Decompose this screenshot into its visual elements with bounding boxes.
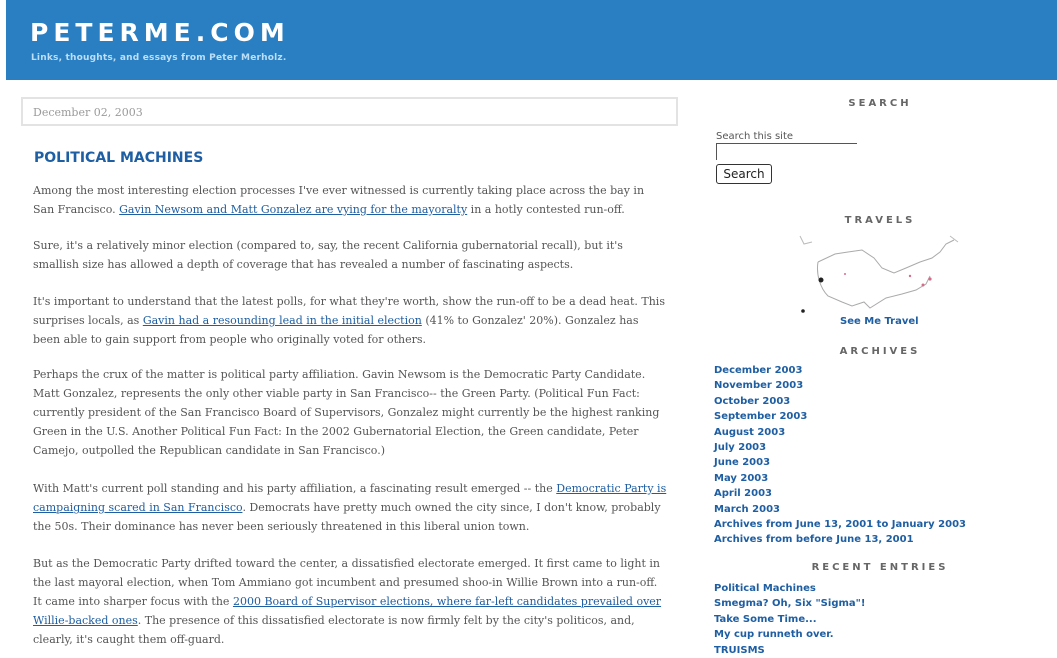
post-paragraph-1: Among the most interesting election proc… xyxy=(33,181,668,219)
post-paragraph-2: Sure, it's a relatively minor election (… xyxy=(33,239,623,271)
site-title[interactable]: PETERME.COM xyxy=(30,18,290,47)
search-label: Search this site xyxy=(716,131,794,142)
travels-heading: TRAVELS xyxy=(844,215,916,226)
search-heading: SEARCH xyxy=(848,98,912,109)
site-header-banner: PETERME.COM Links, thoughts, and essays … xyxy=(6,0,1057,80)
visited-location-marker xyxy=(928,277,932,281)
archive-link[interactable]: April 2003 xyxy=(714,486,966,501)
recent-entry-link[interactable]: TRUISMS xyxy=(714,643,865,658)
paragraph-text: in a hotly contested run-off. xyxy=(467,203,625,216)
recent-entries-list: Political Machines Smegma? Oh, Six "Sigma… xyxy=(714,581,865,658)
site-tagline: Links, thoughts, and essays from Peter M… xyxy=(31,53,287,63)
archive-link[interactable]: November 2003 xyxy=(714,378,966,393)
recent-entry-link[interactable]: Political Machines xyxy=(714,581,865,596)
archive-link[interactable]: June 2003 xyxy=(714,455,966,470)
post-date-box: December 02, 2003 xyxy=(21,97,678,126)
archive-link[interactable]: August 2003 xyxy=(714,425,966,440)
archive-link[interactable]: September 2003 xyxy=(714,409,966,424)
paragraph-text: With Matt's current poll standing and hi… xyxy=(33,482,557,495)
visited-location-marker xyxy=(908,274,912,278)
archive-link[interactable]: Archives from June 13, 2001 to January 2… xyxy=(714,517,966,532)
newsom-gonzalez-link[interactable]: Gavin Newsom and Matt Gonzalez are vying… xyxy=(119,203,467,216)
archive-link[interactable]: December 2003 xyxy=(714,363,966,378)
archive-link[interactable]: May 2003 xyxy=(714,471,966,486)
post-paragraph-5: With Matt's current poll standing and hi… xyxy=(33,479,668,536)
visited-location-marker xyxy=(818,277,824,283)
archive-link[interactable]: March 2003 xyxy=(714,502,966,517)
post-paragraph-4: Perhaps the crux of the matter is politi… xyxy=(33,368,660,457)
visited-location-marker xyxy=(801,309,805,313)
recent-entry-link[interactable]: Smegma? Oh, Six "Sigma"! xyxy=(714,596,865,611)
visited-location-marker xyxy=(844,273,846,275)
post-paragraph-3: It's important to understand that the la… xyxy=(33,292,668,349)
travel-map-image[interactable] xyxy=(790,232,962,318)
see-me-travel-link[interactable]: See Me Travel xyxy=(840,316,919,327)
archive-link[interactable]: Archives from before June 13, 2001 xyxy=(714,532,966,547)
post-date: December 02, 2003 xyxy=(33,106,143,119)
visited-location-marker xyxy=(921,283,925,287)
search-button[interactable]: Search xyxy=(716,164,772,184)
recent-entries-heading: RECENT ENTRIES xyxy=(811,562,949,573)
search-input[interactable] xyxy=(716,143,857,160)
post-title: POLITICAL MACHINES xyxy=(34,150,204,166)
post-paragraph-6: But as the Democratic Party drifted towa… xyxy=(33,554,668,649)
archive-link[interactable]: October 2003 xyxy=(714,394,966,409)
initial-election-link[interactable]: Gavin had a resounding lead in the initi… xyxy=(143,314,422,327)
archives-heading: ARCHIVES xyxy=(839,346,921,357)
recent-entry-link[interactable]: Take Some Time... xyxy=(714,612,865,627)
archives-list: December 2003 November 2003 October 2003 Se… xyxy=(714,363,966,548)
archive-link[interactable]: July 2003 xyxy=(714,440,966,455)
recent-entry-link[interactable]: My cup runneth over. xyxy=(714,627,865,642)
